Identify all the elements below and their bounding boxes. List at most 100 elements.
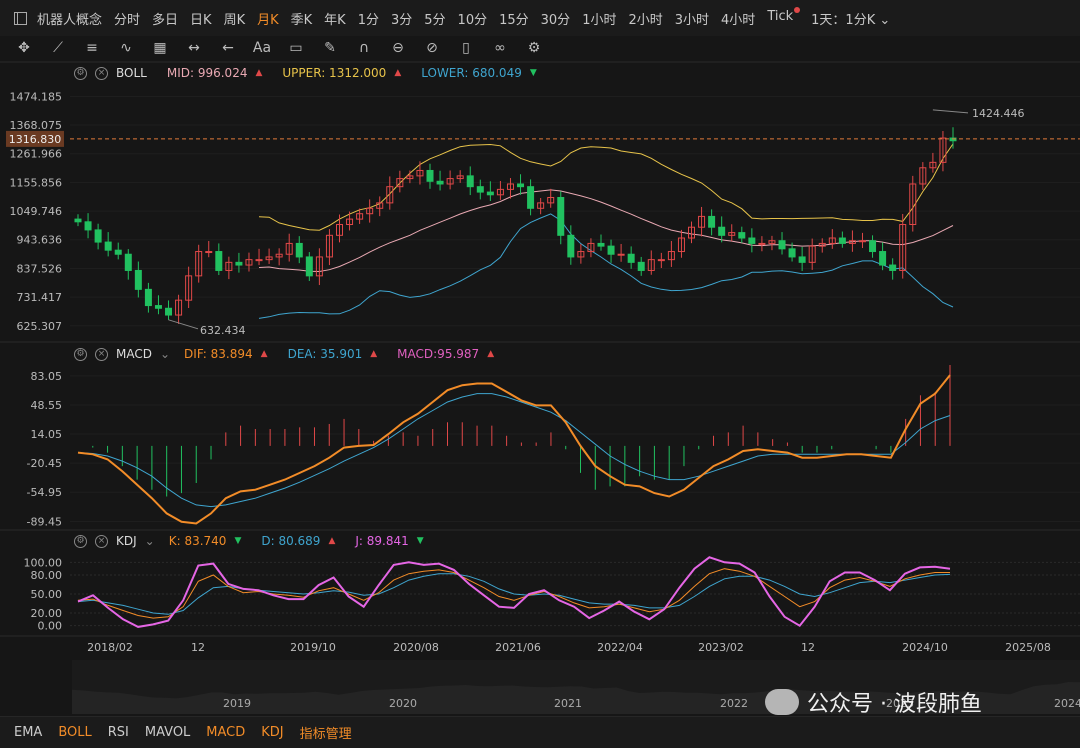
indicator-tab[interactable]: BOLL: [58, 725, 91, 740]
candle: [597, 242, 605, 247]
indicator-bar: EMA BOLL RSI MAVOL MACD KDJ 指标管理: [0, 716, 1080, 748]
y-tick-label: 943.636: [17, 234, 63, 247]
kdj-header: ⚙ × KDJ ⌄ K: 83.740 ▼ D: 80.689 ▲ J: 89.…: [74, 534, 432, 548]
dea-line: [77, 393, 951, 508]
candle: [869, 240, 877, 253]
candle: [657, 259, 665, 262]
y-tick-label: 731.417: [17, 291, 63, 304]
candle: [134, 269, 142, 290]
up-arrow-icon: ▲: [328, 536, 336, 546]
y-tick-label: 100.00: [24, 556, 63, 569]
candle: [718, 226, 726, 236]
y-tick-label: 625.307: [17, 320, 63, 333]
candle: [235, 261, 243, 266]
candle: [708, 215, 716, 228]
y-tick-label: 1155.856: [10, 176, 63, 189]
macd-dif: DIF: 83.894: [184, 347, 253, 361]
candle: [607, 245, 615, 255]
y-tick-label: 837.526: [17, 262, 63, 275]
high-note: 1424.446: [972, 107, 1025, 120]
candle: [557, 196, 565, 236]
y-tick-label: 1261.966: [10, 148, 63, 161]
boll-title: BOLL: [116, 66, 147, 80]
up-arrow-icon: ▲: [260, 349, 268, 359]
up-arrow-icon: ▲: [487, 349, 495, 359]
y-tick-label: 20.00: [31, 607, 63, 620]
candle: [305, 256, 313, 277]
candle: [527, 186, 535, 209]
close-icon[interactable]: ×: [95, 534, 108, 548]
candle: [738, 232, 746, 239]
candle: [255, 259, 263, 262]
y-tick-label: 83.05: [31, 370, 63, 383]
settings-icon[interactable]: ⚙: [74, 66, 87, 80]
candle: [104, 241, 112, 251]
indicator-tab[interactable]: MAVOL: [145, 725, 190, 740]
candle: [436, 180, 444, 185]
close-icon[interactable]: ×: [95, 66, 108, 80]
candle: [205, 251, 213, 254]
boll-lower-line: [258, 213, 954, 319]
down-arrow-icon: ▼: [416, 536, 424, 546]
x-tick-label: 2023/02: [698, 641, 744, 654]
kdj-title: KDJ: [116, 534, 137, 548]
y-tick-label: -54.95: [27, 486, 62, 499]
watermark: 公众号 · 波段肺鱼: [765, 686, 982, 718]
candle: [144, 288, 152, 307]
up-arrow-icon: ▲: [394, 68, 402, 78]
candle: [84, 221, 92, 231]
candle: [486, 191, 494, 196]
indicator-tab[interactable]: 指标管理: [300, 723, 352, 742]
y-tick-label: 14.05: [31, 428, 63, 441]
macd-value: MACD:95.987: [397, 347, 480, 361]
macd-header: ⚙ × MACD ⌄ DIF: 83.894 ▲ DEA: 35.901 ▲ M…: [74, 347, 502, 361]
x-tick-label: 2025/08: [1005, 641, 1051, 654]
wechat-icon: [765, 689, 799, 715]
y-tick-label: 1368.075: [10, 119, 63, 132]
y-tick-label: -20.45: [27, 457, 62, 470]
settings-icon[interactable]: ⚙: [74, 347, 87, 361]
candle: [94, 229, 102, 243]
up-arrow-icon: ▲: [370, 349, 378, 359]
kdj-j-line: [77, 556, 951, 628]
overview-label: 2022: [720, 697, 748, 710]
kdj-k: K: 83.740: [168, 534, 227, 548]
y-tick-label: 1049.746: [10, 205, 63, 218]
up-arrow-icon: ▲: [255, 68, 263, 78]
candle: [758, 242, 766, 245]
overview-label: 2019: [223, 697, 251, 710]
indicator-tab[interactable]: EMA: [14, 725, 42, 740]
candle: [466, 175, 474, 188]
overview-label: 2024: [1054, 697, 1080, 710]
down-arrow-icon: ▼: [529, 68, 537, 78]
chevron-down-icon: ⌄: [144, 534, 155, 548]
boll-upper: UPPER: 1312.000: [282, 66, 387, 80]
candle: [748, 237, 756, 244]
candle: [567, 234, 575, 258]
y-tick-label: 48.55: [31, 399, 63, 412]
indicator-tab[interactable]: MACD: [206, 725, 245, 740]
candle: [124, 253, 132, 271]
overview-label: 2020: [389, 697, 417, 710]
low-leader: [168, 319, 199, 330]
candle: [858, 240, 866, 243]
candle: [476, 186, 484, 193]
x-tick-label: 2024/10: [902, 641, 948, 654]
candle: [778, 240, 786, 250]
y-tick-label: 1474.185: [10, 90, 63, 103]
close-icon[interactable]: ×: [95, 347, 108, 361]
candle: [788, 248, 796, 258]
candle: [154, 305, 162, 309]
indicator-tab[interactable]: RSI: [108, 725, 129, 740]
watermark-text: 公众号 · 波段肺鱼: [807, 692, 982, 717]
settings-icon[interactable]: ⚙: [74, 534, 87, 548]
candle: [637, 261, 645, 271]
indicator-tab[interactable]: KDJ: [261, 725, 283, 740]
last-price-label: 1316.830: [9, 133, 62, 146]
candle: [295, 242, 303, 258]
kdj-d: D: 80.689: [261, 534, 321, 548]
x-tick-label: 2021/06: [495, 641, 541, 654]
macd-title: MACD: [116, 347, 152, 361]
candle: [798, 256, 806, 263]
candle: [617, 253, 625, 256]
